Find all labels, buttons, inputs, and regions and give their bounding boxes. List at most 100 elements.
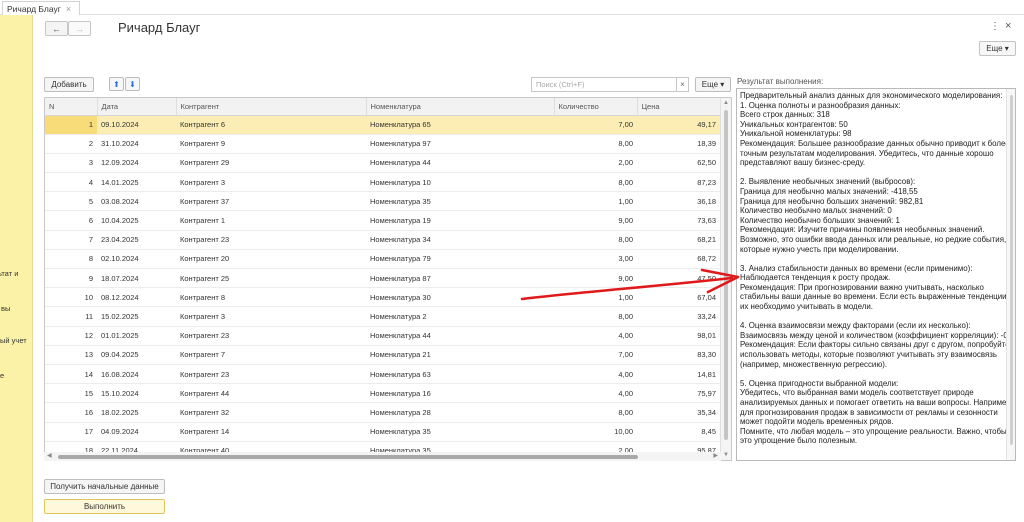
cell-price: 47,50 — [637, 268, 720, 289]
table-row[interactable]: 2 31.10.2024 Контрагент 9 Номенклатура 97 8,… — [45, 134, 720, 154]
table-row[interactable]: 7 23.04.2025 Контрагент 23 Номенклатура 34 8… — [45, 230, 720, 250]
table-row[interactable]: 4 14.01.2025 Контрагент 3 Номенклатура 10 8,… — [45, 172, 720, 193]
cell-price: 62,50 — [637, 153, 720, 174]
column-header-price[interactable]: Цена — [637, 98, 721, 116]
scroll-up-icon[interactable]: ▲ — [723, 100, 729, 106]
cell-quantity: 8,00 — [554, 230, 637, 250]
table-row[interactable]: 16 18.02.2025 Контрагент 32 Номенклатура 28… — [45, 402, 720, 423]
cell-price: 98,01 — [637, 326, 720, 346]
result-line: Убедитесь, что выбранная вами модель соо… — [740, 388, 974, 398]
column-header-quantity[interactable]: Количество — [554, 98, 638, 116]
scroll-left-icon[interactable]: ◀ — [47, 452, 52, 459]
more-button-table[interactable]: Еще ▾ — [695, 77, 731, 92]
table-row[interactable]: 17 04.09.2024 Контрагент 14 Номенклатура 35… — [45, 422, 720, 442]
column-header-date[interactable]: Дата — [97, 98, 177, 116]
result-label: Результат выполнения: — [737, 77, 824, 86]
close-icon[interactable]: × — [66, 4, 71, 14]
more-button-top[interactable]: Еще ▾ — [979, 41, 1016, 56]
cell-nomenclature: Номенклатура 10 — [366, 172, 554, 193]
result-line: 2. Выявление необычных значений (выбросо… — [740, 177, 916, 187]
table-row[interactable]: 3 12.09.2024 Контрагент 29 Номенклатура 44 2… — [45, 153, 720, 174]
table-row[interactable]: 11 15.02.2025 Контрагент 3 Номенклатура 2 8,… — [45, 306, 720, 327]
table-row[interactable]: 14 16.08.2024 Контрагент 23 Номенклатура 63… — [45, 364, 720, 385]
cell-n: 15 — [45, 383, 97, 404]
table-row[interactable]: 9 18.07.2024 Контрагент 25 Номенклатура 87 9… — [45, 268, 720, 289]
forward-button[interactable]: → — [68, 21, 91, 36]
tab-richard-blaug[interactable]: Ричард Блауг × — [2, 1, 81, 15]
sidebar-item[interactable]: е — [0, 371, 32, 380]
cell-n: 1 — [45, 115, 97, 135]
result-line — [740, 312, 1013, 322]
result-line — [740, 369, 1013, 379]
table-row[interactable]: 1 09.10.2024 Контрагент 6 Номенклатура 65 7,… — [45, 115, 720, 135]
sidebar-item[interactable]: ый учет — [0, 336, 32, 345]
table-row[interactable]: 13 09.04.2025 Контрагент 7 Номенклатура 21 7… — [45, 345, 720, 365]
cell-price: 75,97 — [637, 383, 720, 404]
scroll-thumb[interactable] — [58, 455, 638, 459]
table-horizontal-scrollbar[interactable]: ◀ ▶ — [44, 452, 721, 461]
cell-quantity: 4,00 — [554, 364, 637, 385]
result-line: Граница для необычно больших значений: 9… — [740, 196, 924, 206]
scroll-thumb[interactable] — [1010, 95, 1013, 445]
result-line: Всего строк данных: 318 — [740, 110, 830, 120]
move-down-button[interactable]: ⬇ — [125, 77, 140, 91]
cell-price: 8,45 — [637, 422, 720, 442]
cell-date: 09.04.2025 — [97, 345, 176, 365]
cell-counterparty: Контрагент 14 — [176, 422, 366, 442]
cell-n: 11 — [45, 306, 97, 327]
result-line: которые нужно учесть при моделировании. — [740, 244, 899, 254]
result-line — [740, 254, 1013, 264]
cell-nomenclature: Номенклатура 44 — [366, 153, 554, 174]
cell-quantity: 1,00 — [554, 287, 637, 308]
table-vertical-scrollbar[interactable]: ▲ ▼ — [720, 98, 731, 460]
cell-nomenclature: Номенклатура 30 — [366, 287, 554, 308]
cell-counterparty: Контрагент 9 — [176, 134, 366, 154]
cell-n: 4 — [45, 172, 97, 193]
cell-n: 5 — [45, 191, 97, 212]
get-initial-data-button[interactable]: Получить начальные данные — [44, 479, 165, 494]
data-table[interactable]: N Дата Контрагент Номенклатура Количеств… — [44, 97, 732, 461]
scroll-thumb[interactable] — [724, 110, 728, 440]
result-textarea[interactable]: Предварительный анализ данных для эконом… — [736, 88, 1016, 461]
move-up-button[interactable]: ⬆ — [109, 77, 124, 91]
table-row[interactable]: 12 01.01.2025 Контрагент 23 Номенклатура 44… — [45, 326, 720, 346]
column-header-nomenclature[interactable]: Номенклатура — [366, 98, 555, 116]
search-clear-icon[interactable]: × — [677, 77, 689, 92]
cell-n: 13 — [45, 345, 97, 365]
kebab-menu-icon[interactable]: ⋮ — [990, 21, 1000, 32]
add-button[interactable]: Добавить — [44, 77, 94, 92]
close-form-icon[interactable]: × — [1005, 20, 1011, 32]
run-button[interactable]: Выполнить — [44, 499, 165, 514]
cell-price: 33,24 — [637, 306, 720, 327]
scroll-down-icon[interactable]: ▼ — [723, 452, 729, 458]
cell-quantity: 8,00 — [554, 172, 637, 193]
arrow-up-icon: ⬆ — [113, 79, 120, 89]
cell-date: 01.01.2025 — [97, 326, 176, 346]
cell-counterparty: Контрагент 37 — [176, 191, 366, 212]
back-button[interactable]: ← — [45, 21, 68, 36]
result-line: для прогнозирования продаж в зависимости… — [740, 407, 998, 417]
table-row[interactable]: 8 02.10.2024 Контрагент 20 Номенклатура 79 3… — [45, 249, 720, 270]
cell-price: 35,34 — [637, 402, 720, 423]
cell-n: 14 — [45, 364, 97, 385]
table-row[interactable]: 5 03.08.2024 Контрагент 37 Номенклатура 35 1… — [45, 191, 720, 212]
table-row[interactable]: 6 10.04.2025 Контрагент 1 Номенклатура 19 9,… — [45, 210, 720, 231]
sidebar-item[interactable]: ьтат и — [0, 269, 31, 278]
sidebar-item[interactable]: вы — [1, 304, 32, 313]
result-scrollbar[interactable] — [1006, 89, 1015, 460]
result-line: Возможно, это ошибки ввода данных или ре… — [740, 234, 1007, 244]
cell-quantity: 7,00 — [554, 115, 637, 135]
cell-date: 10.04.2025 — [97, 210, 176, 231]
scroll-right-icon[interactable]: ▶ — [713, 452, 718, 459]
table-row[interactable]: 15 15.10.2024 Контрагент 44 Номенклатура 16… — [45, 383, 720, 404]
result-line: Рекомендация: Изучите причины появления … — [740, 225, 985, 235]
search-input[interactable] — [531, 77, 677, 92]
cell-date: 23.04.2025 — [97, 230, 176, 250]
column-header-n[interactable]: N — [45, 98, 98, 116]
cell-quantity: 10,00 — [554, 422, 637, 442]
column-header-counterparty[interactable]: Контрагент — [176, 98, 367, 116]
cell-date: 18.07.2024 — [97, 268, 176, 289]
result-line: Рекомендация: Большее разнообразие данны… — [740, 138, 1010, 148]
table-row[interactable]: 10 08.12.2024 Контрагент 8 Номенклатура 30 1… — [45, 287, 720, 308]
result-line: Количество необычно малых значений: 0 — [740, 206, 892, 216]
